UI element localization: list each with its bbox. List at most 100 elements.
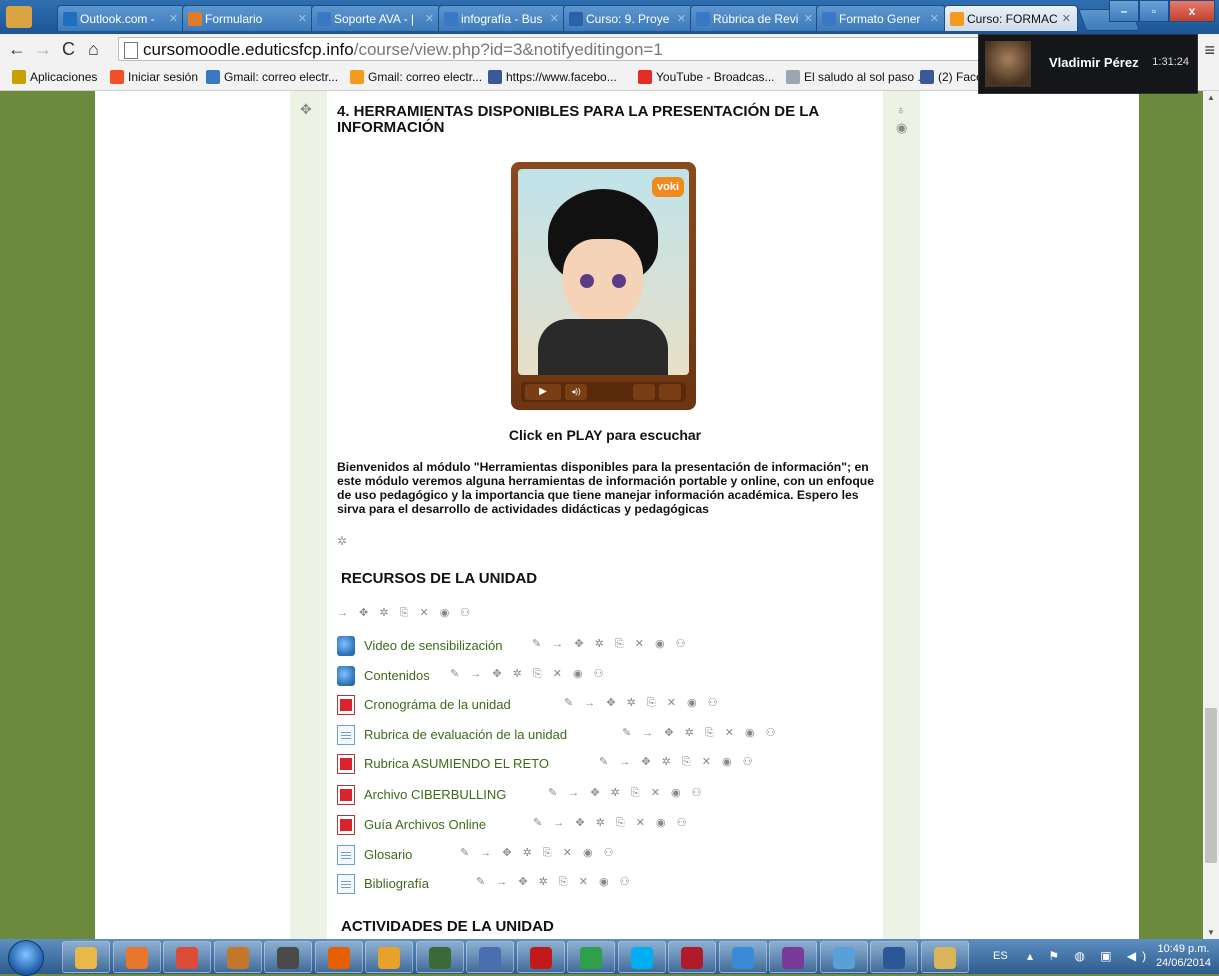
- language-indicator[interactable]: ES: [993, 950, 1008, 962]
- vertical-scrollbar[interactable]: ▲ ▼: [1203, 91, 1219, 939]
- taskbar-button[interactable]: [668, 941, 716, 973]
- close-tab-icon[interactable]: ✕: [550, 6, 559, 31]
- tab-6[interactable]: Rúbrica de Revi ✕: [690, 5, 820, 31]
- taskbar-button[interactable]: [567, 941, 615, 973]
- taskbar-button[interactable]: [617, 941, 666, 973]
- maximize-button[interactable]: ▫: [1139, 0, 1169, 22]
- taskbar-button[interactable]: [264, 941, 312, 973]
- taskbar-button[interactable]: [112, 941, 161, 973]
- taskbar-button[interactable]: [314, 941, 363, 973]
- pdf-file-icon: [337, 815, 355, 835]
- browser-profile-icon[interactable]: [6, 6, 32, 28]
- home-icon[interactable]: ⌂: [88, 38, 99, 60]
- resource-link[interactable]: Guía Archivos Online: [364, 817, 486, 832]
- edit-summary-gear-icon[interactable]: ✲: [337, 534, 347, 548]
- taskbar-button[interactable]: [466, 941, 514, 973]
- bookmark-label: Iniciar sesión: [128, 70, 199, 84]
- forward-arrow-icon[interactable]: →: [34, 38, 52, 60]
- resource-link[interactable]: Cronográma de la unidad: [364, 697, 511, 712]
- google-icon: [444, 12, 458, 26]
- clock[interactable]: 10:49 p.m. 24/06/2014: [1156, 942, 1211, 970]
- label-edit-icons[interactable]: → ✥ ✲ ⎘ ✕ ◉ ⚇: [337, 606, 474, 620]
- close-tab-icon[interactable]: ✕: [804, 6, 813, 31]
- scrollbar-thumb[interactable]: [1205, 708, 1217, 863]
- resource-edit-icons[interactable]: ✎ → ✥ ✲ ⎘ ✕ ◉ ⚇: [450, 667, 608, 681]
- tray-icons[interactable]: ▴ ⚑ ◍ ▣ ◀): [1027, 949, 1152, 963]
- resource-edit-icons[interactable]: ✎ → ✥ ✲ ⎘ ✕ ◉ ⚇: [532, 637, 690, 651]
- tab-5[interactable]: Curso: 9. Proye ✕: [563, 5, 693, 31]
- resource-edit-icons[interactable]: ✎ → ✥ ✲ ⎘ ✕ ◉ ⚇: [599, 755, 757, 769]
- taskbar-button[interactable]: [415, 941, 464, 973]
- resource-link[interactable]: Rubrica de evaluación de la unidad: [364, 727, 567, 742]
- close-button[interactable]: x: [1169, 0, 1215, 22]
- bookmark-item[interactable]: Iniciar sesión: [110, 64, 198, 90]
- tab-3[interactable]: Soporte AVA - | ✕: [311, 5, 441, 31]
- tab-1[interactable]: Outlook.com - ✕: [57, 5, 185, 31]
- play-icon[interactable]: ▶: [525, 384, 561, 400]
- resource-link[interactable]: Glosario: [364, 847, 412, 862]
- resource-edit-icons[interactable]: ✎ → ✥ ✲ ⎘ ✕ ◉ ⚇: [564, 696, 722, 710]
- bookmark-item[interactable]: YouTube - Broadcas...: [638, 64, 775, 90]
- volume-icon[interactable]: ◂)): [565, 384, 587, 400]
- taskbar-button[interactable]: [870, 941, 918, 973]
- resource-link[interactable]: Rubrica ASUMIENDO EL RETO: [364, 756, 549, 771]
- move-section-icon[interactable]: ✥: [300, 101, 312, 118]
- resource-link[interactable]: Video de sensibilización: [364, 638, 503, 653]
- scroll-up-icon[interactable]: ▲: [1207, 93, 1215, 102]
- close-tab-icon[interactable]: ✕: [677, 6, 686, 31]
- tab-2[interactable]: Formulario ✕: [182, 5, 314, 31]
- resource-link[interactable]: Archivo CIBERBULLING: [364, 787, 506, 802]
- bookmark-item[interactable]: https://www.facebo...: [488, 64, 617, 90]
- resource-edit-icons[interactable]: ✎ → ✥ ✲ ⎘ ✕ ◉ ⚇: [533, 816, 691, 830]
- resource-edit-icons[interactable]: ✎ → ✥ ✲ ⎘ ✕ ◉ ⚇: [476, 875, 634, 889]
- voki-button[interactable]: [659, 384, 681, 400]
- close-tab-icon[interactable]: ✕: [1062, 6, 1071, 31]
- tab-label: Outlook.com -: [80, 12, 155, 26]
- close-tab-icon[interactable]: ✕: [169, 6, 178, 31]
- section-summary: Bienvenidos al módulo "Herramientas disp…: [337, 460, 875, 516]
- course-section: ✥ ♁ ◉ 4. HERRAMIENTAS DISPONIBLES PARA L…: [290, 91, 920, 939]
- tab-8[interactable]: Curso: FORMAC ✕: [944, 5, 1078, 31]
- taskbar-button[interactable]: [62, 941, 110, 973]
- pdf-file-icon: [337, 695, 355, 715]
- red-app-icon: [681, 947, 703, 969]
- close-tab-icon[interactable]: ✕: [425, 6, 434, 31]
- bookmark-icon: [638, 70, 652, 84]
- taskbar-button[interactable]: [769, 941, 817, 973]
- bookmark-item[interactable]: Gmail: correo electr...: [206, 64, 338, 90]
- close-tab-icon[interactable]: ✕: [930, 6, 939, 31]
- bookmark-item[interactable]: Aplicaciones: [12, 64, 97, 90]
- close-tab-icon[interactable]: ✕: [298, 6, 307, 31]
- word-icon: [883, 947, 905, 969]
- resource-link[interactable]: Contenidos: [364, 668, 430, 683]
- firefox-icon: [327, 947, 350, 969]
- tab-7[interactable]: Formato Gener ✕: [816, 5, 946, 31]
- visibility-eye-icon[interactable]: ◉: [896, 119, 907, 137]
- tab-4[interactable]: infografía - Bus ✕: [438, 5, 566, 31]
- palette-icon: [933, 947, 956, 969]
- taskbar-button[interactable]: [213, 941, 262, 973]
- taskbar-button[interactable]: [365, 941, 413, 973]
- resource-edit-icons[interactable]: ✎ → ✥ ✲ ⎘ ✕ ◉ ⚇: [548, 786, 706, 800]
- taskbar-button[interactable]: [920, 941, 969, 973]
- resource-link[interactable]: Bibliografía: [364, 876, 429, 891]
- taskbar-button[interactable]: [718, 941, 767, 973]
- bookmark-item[interactable]: Gmail: correo electr...: [350, 64, 482, 90]
- taskbar-button[interactable]: [819, 941, 868, 973]
- voki-controls: ▶ ◂)): [521, 382, 686, 402]
- minimize-button[interactable]: –: [1109, 0, 1139, 22]
- voki-button[interactable]: [633, 384, 655, 400]
- highlight-bulb-icon[interactable]: ♁: [896, 101, 907, 119]
- tab-label: Curso: FORMAC: [967, 12, 1058, 26]
- bookmark-item[interactable]: El saludo al sol paso ...: [786, 64, 927, 90]
- start-button[interactable]: [8, 940, 44, 976]
- reload-icon[interactable]: C: [62, 38, 75, 60]
- moodle-icon: [950, 12, 964, 26]
- resource-edit-icons[interactable]: ✎ → ✥ ✲ ⎘ ✕ ◉ ⚇: [622, 726, 780, 740]
- taskbar-button[interactable]: [516, 941, 565, 973]
- taskbar-button[interactable]: [163, 941, 211, 973]
- menu-icon[interactable]: ≡: [1204, 40, 1215, 61]
- back-arrow-icon[interactable]: ←: [8, 38, 26, 60]
- scroll-down-icon[interactable]: ▼: [1207, 928, 1215, 937]
- resource-edit-icons[interactable]: ✎ → ✥ ✲ ⎘ ✕ ◉ ⚇: [460, 846, 618, 860]
